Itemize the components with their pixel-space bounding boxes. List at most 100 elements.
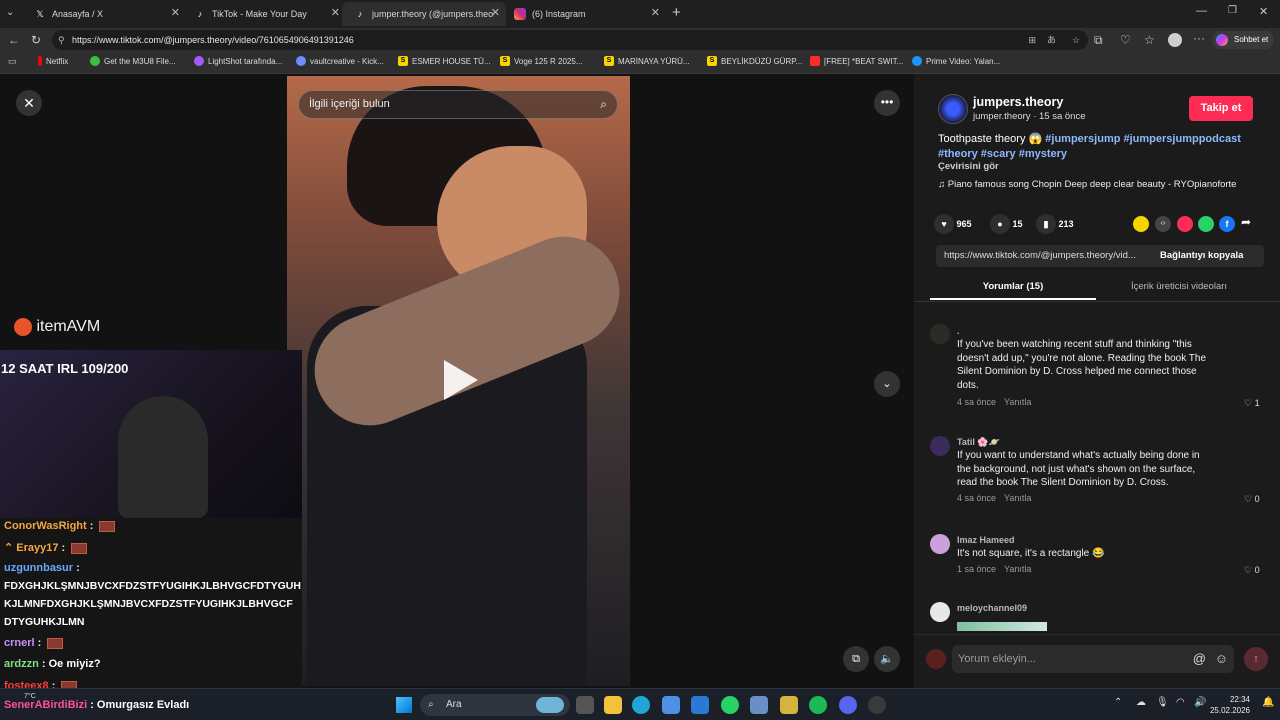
avatar[interactable]: [930, 436, 950, 456]
close-window-icon[interactable]: ✕: [1259, 5, 1268, 18]
whatsapp-icon[interactable]: [1198, 216, 1214, 232]
music-line[interactable]: ♫ Piano famous song Chopin Deep deep cle…: [938, 179, 1236, 190]
file-explorer-icon[interactable]: [604, 696, 622, 714]
copilot-button[interactable]: Sohbet et: [1212, 31, 1274, 49]
author-name[interactable]: jumpers.theory: [973, 95, 1063, 109]
comment-author[interactable]: .: [957, 326, 960, 336]
bookmark-beat[interactable]: [FREE] *BEAT SWIT...: [810, 56, 903, 66]
tab-list-chevron-icon[interactable]: ⌄: [6, 7, 14, 18]
bookmark-kick[interactable]: vaultcreative - Kick...: [296, 56, 384, 66]
bookmark-marina[interactable]: S MARİNAYA YÜRÜ...: [604, 56, 690, 66]
reply-link[interactable]: Yanıtla: [1004, 564, 1031, 574]
comment-button[interactable]: ● 15: [990, 214, 1040, 234]
tab-creator-videos[interactable]: İçerik üreticisi videoları: [1096, 274, 1262, 300]
app-icon[interactable]: [750, 696, 768, 714]
send-to-friends-icon[interactable]: [1177, 216, 1193, 232]
restore-icon[interactable]: ❐: [1228, 5, 1237, 16]
avatar[interactable]: [930, 534, 950, 554]
avatar[interactable]: [926, 649, 946, 669]
edge-icon[interactable]: [632, 696, 650, 714]
facebook-icon[interactable]: f: [1219, 216, 1235, 232]
bookmark-prime[interactable]: Prime Video: Yalan...: [912, 56, 1000, 66]
play-icon[interactable]: [444, 360, 478, 400]
comment-image[interactable]: [957, 622, 1047, 631]
bookmark-voge[interactable]: S Voge 125 R 2025...: [500, 56, 583, 66]
bookmark-m3u8[interactable]: Get the M3U8 File...: [90, 56, 176, 66]
more-options-icon[interactable]: ···: [1193, 31, 1205, 45]
taskbar-search[interactable]: ⌕ Ara: [420, 694, 570, 716]
bookmark-esmer[interactable]: S ESMER HOUSE TÜ...: [398, 56, 491, 66]
close-icon[interactable]: ✕: [171, 6, 180, 19]
comment-like-button[interactable]: ♡ 0: [1244, 494, 1260, 505]
avatar[interactable]: [930, 324, 950, 344]
mail-icon[interactable]: [691, 696, 709, 714]
notifications-icon[interactable]: 🔔: [1262, 697, 1274, 708]
volume-button[interactable]: 🔈: [874, 646, 900, 672]
comment-author[interactable]: meloychannel09: [957, 603, 1027, 613]
hidden-icons-chevron-icon[interactable]: ⌃: [1114, 697, 1122, 708]
discord-icon[interactable]: [839, 696, 857, 714]
save-button[interactable]: ▮ 213: [1036, 214, 1086, 234]
new-tab-plus-icon[interactable]: +: [672, 4, 681, 21]
close-icon[interactable]: ✕: [491, 6, 500, 19]
weather-widget[interactable]: 7°C: [24, 693, 36, 700]
share-url[interactable]: https://www.tiktok.com/@jumpers.theory/v…: [944, 250, 1136, 261]
follow-button[interactable]: Takip et: [1189, 96, 1253, 121]
mention-icon[interactable]: @: [1193, 645, 1206, 673]
start-button[interactable]: [396, 697, 412, 713]
tab-tiktok-home[interactable]: ♪ TikTok - Make Your Day ✕: [182, 2, 346, 26]
address-bar[interactable]: ⚲ https://www.tiktok.com/@jumpers.theory…: [52, 30, 1088, 50]
next-video-button[interactable]: ⌄: [874, 371, 900, 397]
reading-list-icon[interactable]: ▭: [8, 56, 17, 67]
comment-input[interactable]: Yorum ekleyin... @ ☺: [952, 645, 1234, 673]
avatar[interactable]: [930, 602, 950, 622]
comment-like-button[interactable]: ♡ 1: [1244, 398, 1260, 409]
bookmark-netflix[interactable]: Netflix: [38, 56, 68, 66]
reply-link[interactable]: Yanıtla: [1004, 493, 1031, 503]
emoji-icon[interactable]: ☺: [1215, 645, 1228, 673]
bookmark-lightshot[interactable]: LightShot tarafında...: [194, 56, 282, 66]
reply-link[interactable]: Yanıtla: [1004, 397, 1031, 407]
search-icon[interactable]: ⌕: [600, 91, 607, 118]
share-arrow-icon[interactable]: ➦: [1241, 215, 1251, 229]
whatsapp-icon[interactable]: [721, 696, 739, 714]
mic-icon[interactable]: 🎙: [1156, 697, 1169, 708]
back-arrow-icon[interactable]: ←: [8, 33, 20, 47]
tab-jumper-theory[interactable]: ♪ jumper.theory (@jumpers.theory) | ✕: [342, 2, 506, 26]
copy-link-button[interactable]: Bağlantıyı kopyala: [1160, 250, 1243, 261]
author-avatar[interactable]: [938, 94, 968, 124]
volume-icon[interactable]: 🔊: [1194, 697, 1206, 708]
task-view-icon[interactable]: [576, 696, 594, 714]
tab-instagram[interactable]: (6) Instagram ✕: [502, 2, 666, 26]
post-comment-button[interactable]: ↑: [1244, 647, 1268, 671]
like-button[interactable]: ♥ 965: [934, 214, 984, 234]
see-translation-link[interactable]: Çevirisini gör: [938, 161, 999, 172]
comment-author[interactable]: Tatil 🌸🪐: [957, 437, 1000, 448]
favorites-icon[interactable]: ☆: [1144, 33, 1155, 47]
wifi-icon[interactable]: ◠: [1176, 697, 1185, 708]
favorite-star-icon[interactable]: ☆: [1072, 30, 1080, 50]
close-icon[interactable]: ✕: [651, 6, 660, 19]
spotify-icon[interactable]: [809, 696, 827, 714]
clock[interactable]: 22:34 25.02.2026: [1208, 694, 1250, 716]
app-available-icon[interactable]: ⊞: [1028, 30, 1036, 50]
browser-essentials-icon[interactable]: ♡: [1120, 33, 1131, 47]
hashtags[interactable]: #jumpersjump #jumpersjumppodcast: [1045, 133, 1241, 145]
comment-author[interactable]: Imaz Hameed: [957, 535, 1015, 545]
minimize-icon[interactable]: —: [1196, 5, 1207, 17]
tab-x[interactable]: 𝕏 Anasayfa / X ✕: [22, 2, 186, 26]
translate-icon[interactable]: あ: [1047, 30, 1056, 50]
bookmark-beylikduzu[interactable]: S BEYLİKDÜZÜ GÜRP...: [707, 56, 802, 66]
refresh-icon[interactable]: ↻: [31, 33, 41, 47]
comment-like-button[interactable]: ♡ 0: [1244, 565, 1260, 576]
tab-comments[interactable]: Yorumlar (15): [930, 274, 1096, 300]
extensions-icon[interactable]: ⧉: [1094, 33, 1103, 48]
app-icon[interactable]: [780, 696, 798, 714]
store-icon[interactable]: [662, 696, 680, 714]
hashtags[interactable]: #theory #scary #mystery: [938, 148, 1067, 160]
close-player-button[interactable]: ✕: [16, 90, 42, 116]
video-search-input[interactable]: İlgili içeriği bulun ⌕: [298, 90, 618, 119]
close-icon[interactable]: ✕: [331, 6, 340, 19]
pip-button[interactable]: ⧉: [843, 646, 869, 672]
embed-icon[interactable]: ‹›: [1155, 216, 1171, 232]
